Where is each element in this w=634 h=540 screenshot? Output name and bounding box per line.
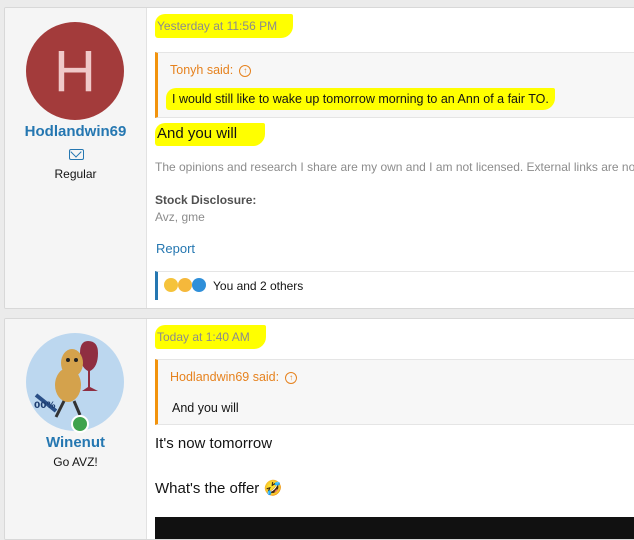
stock-disclosure-heading: Stock Disclosure:	[155, 193, 257, 207]
post: 00% Winenut Go AVZ! Today at 1:40 AM Hod…	[4, 318, 634, 540]
reactions-bar[interactable]: You and 2 others	[155, 271, 634, 300]
user-title: Go AVZ!	[53, 455, 98, 469]
laughing-emoji-icon: 🤣	[263, 480, 283, 497]
jump-up-icon[interactable]: ↑	[239, 64, 252, 77]
quote-text: And you will	[172, 401, 239, 415]
quote-text: I would still like to wake up tomorrow m…	[166, 88, 555, 110]
username[interactable]: Hodlandwin69	[5, 123, 146, 140]
username[interactable]: Winenut	[5, 434, 146, 451]
signature-text: The opinions and research I share are my…	[155, 160, 634, 174]
quote-block: Hodlandwin69 said: ↑ And you will	[155, 359, 634, 425]
avatar-letter: H	[54, 38, 96, 104]
user-title: Regular	[54, 167, 97, 181]
like-icon	[192, 278, 206, 292]
post-date[interactable]: Today at 1:40 AM	[155, 325, 266, 349]
post-content: Yesterday at 11:56 PM Tonyh said: ↑ I wou…	[147, 8, 634, 308]
quote-author[interactable]: Hodlandwin69 said: ↑	[170, 370, 298, 384]
post-date[interactable]: Yesterday at 11:56 PM	[155, 14, 294, 38]
svg-text:00%: 00%	[34, 401, 56, 411]
quote-author[interactable]: Tonyh said: ↑	[170, 63, 252, 77]
online-status-icon	[71, 415, 89, 433]
message-text: And you will	[155, 123, 266, 146]
post-content: Today at 1:40 AM Hodlandwin69 said: ↑ And…	[147, 319, 634, 539]
reactions-text[interactable]: You and 2 others	[213, 279, 303, 293]
laughing-emoji-icon	[178, 278, 192, 292]
user-sidebar: H Hodlandwin69 Regular	[5, 8, 147, 308]
message-icon[interactable]	[69, 149, 84, 160]
quote-block: Tonyh said: ↑ I would still like to wake …	[155, 52, 634, 118]
report-link[interactable]: Report	[156, 241, 195, 256]
user-sidebar: 00% Winenut Go AVZ!	[5, 319, 147, 539]
message-text: It's now tomorrow	[155, 435, 273, 452]
stock-disclosure-value: Avz, gme	[155, 210, 205, 224]
avatar[interactable]: H	[26, 22, 124, 120]
post: H Hodlandwin69 Regular Yesterday at 11:5…	[4, 7, 634, 309]
message-text: What's the offer 🤣	[155, 480, 283, 497]
thinking-emoji-icon	[164, 278, 178, 292]
jump-up-icon[interactable]: ↑	[285, 371, 298, 384]
